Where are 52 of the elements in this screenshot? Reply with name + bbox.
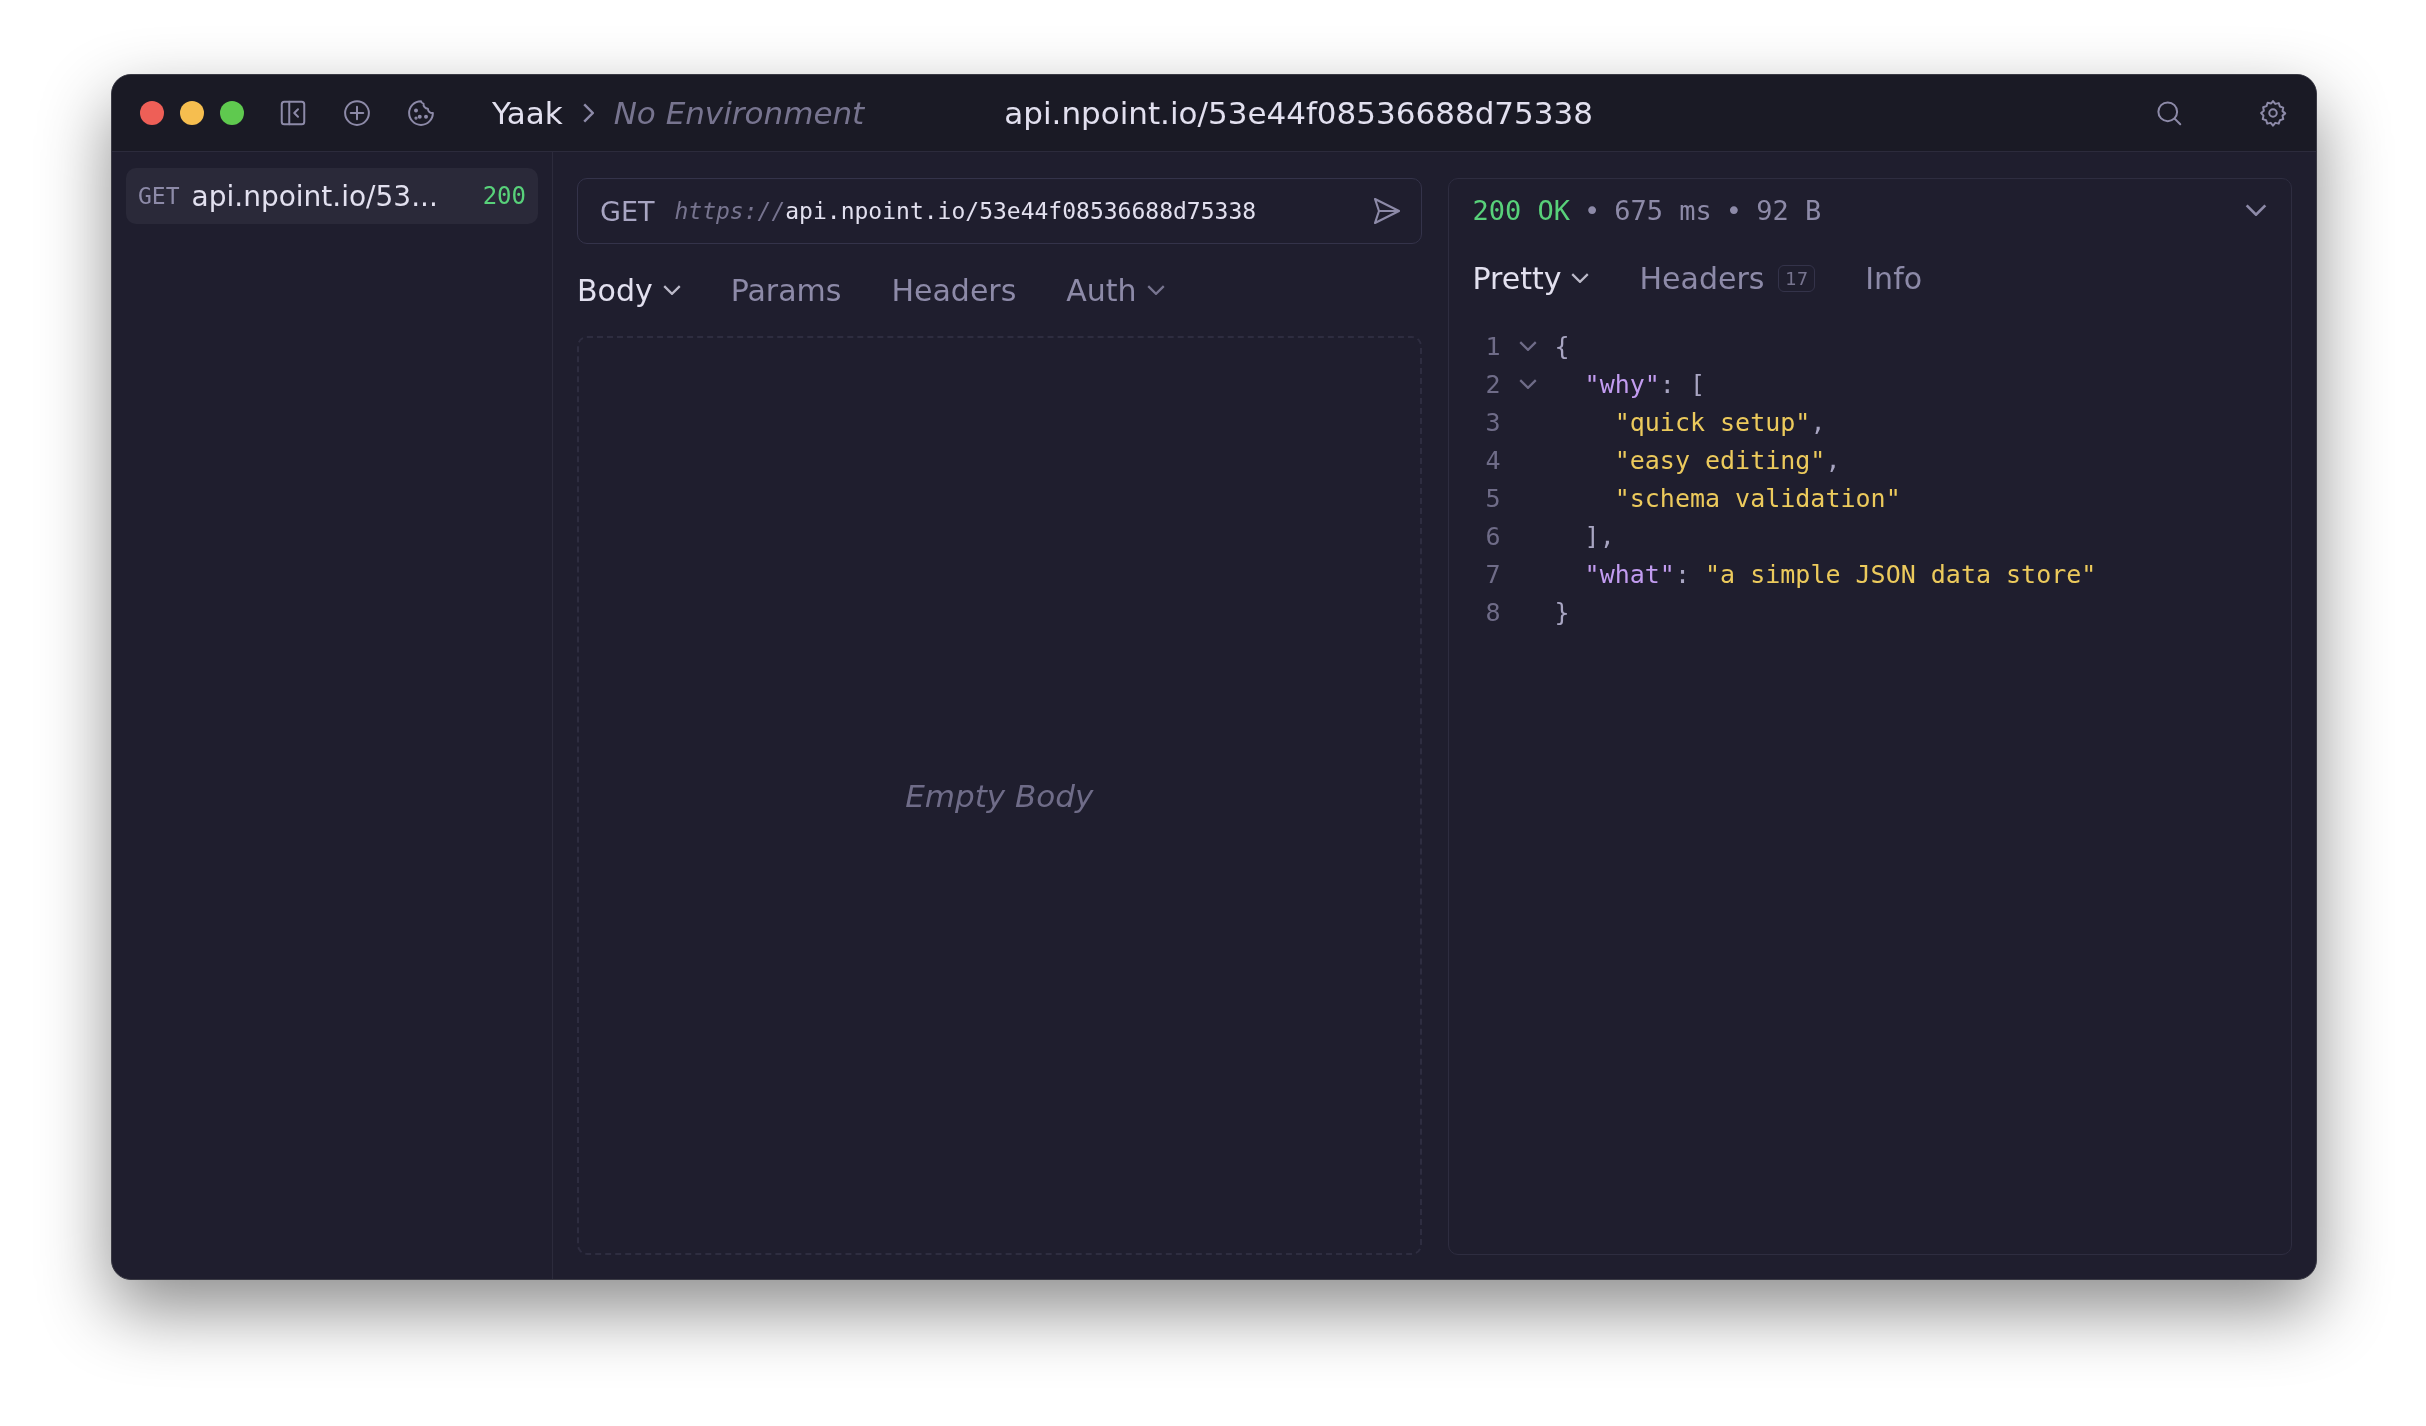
line-number: 1 [1484,331,1501,361]
search-icon[interactable] [2154,98,2184,128]
separator-dot: • [1584,194,1601,226]
request-tab[interactable]: Headers [891,272,1017,308]
response-size: 92 B [1756,194,1822,226]
request-list-item[interactable]: GET api.npoint.io/53... 200 [126,168,538,224]
line-number: 4 [1484,445,1501,475]
window-title: api.npoint.io/53e44f08536688d75338 [1004,95,1593,131]
code-line: ], [1583,521,1615,551]
chevron-down-icon[interactable] [2245,204,2267,216]
settings-icon[interactable] [2258,98,2288,128]
response-status: 200 OK [1472,194,1571,226]
status-code: 200 [482,182,526,210]
fold-chevron-icon[interactable] [1518,341,1537,351]
line-number: 5 [1484,483,1501,513]
line-number: 8 [1484,597,1501,627]
code-line: "easy editing", [1613,445,1841,475]
response-tab[interactable]: Info [1865,260,1923,296]
request-name: api.npoint.io/53... [191,179,439,213]
environment-selector[interactable]: No Environment [613,95,865,131]
code-line: "what": "a simple JSON data store" [1583,559,2097,589]
close-window-button[interactable] [140,101,164,125]
request-tab[interactable]: Auth [1066,272,1165,308]
sidebar-toggle-icon[interactable] [278,98,308,128]
response-tab[interactable]: Headers 17 [1639,260,1816,296]
response-tab[interactable]: Pretty [1472,260,1590,296]
code-line: "schema validation" [1613,483,1901,513]
method-selector[interactable]: GET [600,195,655,227]
add-icon[interactable] [342,98,372,128]
line-number: 6 [1484,521,1501,551]
empty-body-text: Empty Body [905,777,1094,814]
code-line: } [1554,597,1570,627]
cookie-icon[interactable] [406,98,436,128]
request-tab[interactable]: Body [577,272,681,308]
request-method: GET [138,183,180,209]
separator-dot: • [1725,194,1743,226]
url-field[interactable]: GET https://api.npoint.io/53e44f08536688d75338 [577,178,1422,244]
caret-icon[interactable] [1146,285,1165,295]
code-line: "quick setup", [1613,407,1826,437]
code-line: { [1554,331,1570,361]
fold-chevron-icon[interactable] [1518,379,1537,389]
minimize-window-button[interactable] [180,101,204,125]
line-number: 3 [1484,407,1501,437]
maximize-window-button[interactable] [220,101,244,125]
url-text: https://api.npoint.io/53e44f08536688d75338 [674,198,1258,224]
request-tab[interactable]: Params [730,272,842,308]
workspace-name[interactable]: Yaak [492,95,563,131]
chevron-right-icon [582,103,594,123]
line-number: 7 [1484,559,1501,589]
line-number: 2 [1484,369,1501,399]
code-line: "why": [ [1583,369,1705,399]
response-time: 675 ms [1614,194,1712,226]
